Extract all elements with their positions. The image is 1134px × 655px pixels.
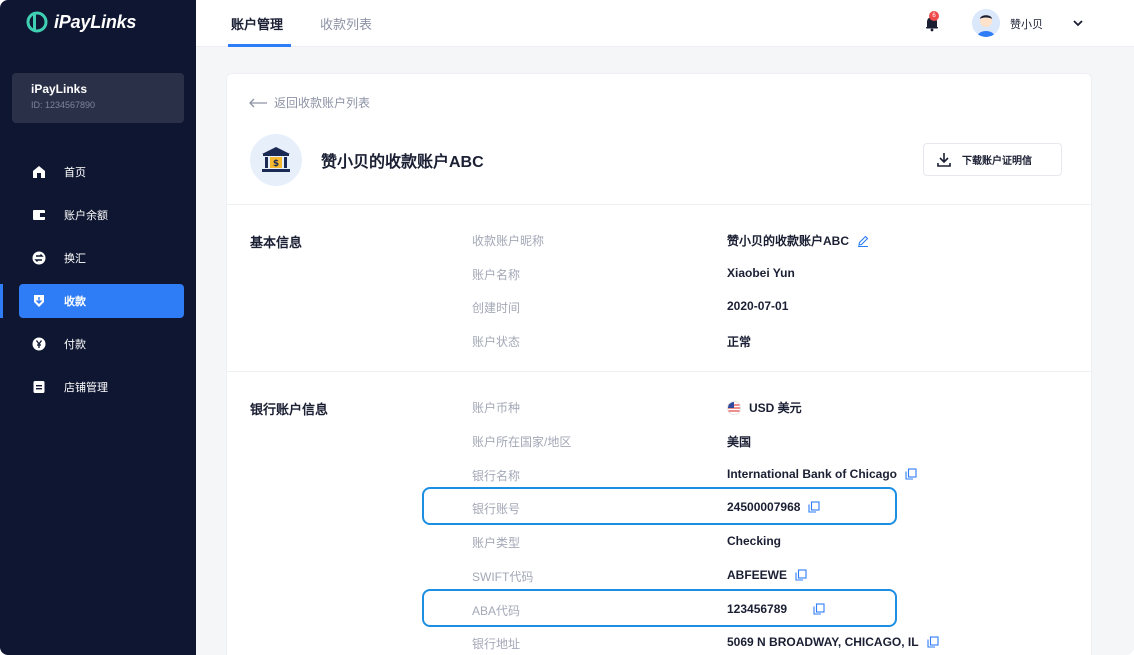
logo-icon	[26, 11, 48, 33]
row-value-bank-address: 5069 N BROADWAY, CHICAGO, IL	[727, 635, 939, 649]
app-window: iPayLinks iPayLinks ID: 1234567890 首页 账户…	[0, 0, 1134, 655]
notification-badge: 6	[929, 11, 939, 21]
row-value-status: 正常	[727, 333, 751, 350]
sidebar-item-label: 首页	[64, 167, 86, 179]
account-detail-card: 返回收款账户列表 $ 赞小贝的收款账户ABC 下载账户证明信 基本信息 收款账户…	[226, 73, 1093, 655]
row-value-account-name: Xiaobei Yun	[727, 266, 795, 280]
row-label: 账户所在国家/地区	[472, 435, 572, 449]
sidebar-item-label: 账户余额	[64, 210, 108, 222]
sidebar-item-label: 收款	[64, 296, 86, 308]
yen-icon	[32, 337, 46, 351]
copy-icon[interactable]	[813, 603, 825, 615]
row-label: 账户状态	[472, 335, 521, 349]
user-name[interactable]: 赞小贝	[1010, 16, 1043, 32]
row-label: SWIFT代码	[472, 570, 534, 584]
wallet-icon	[32, 208, 46, 222]
sidebar-item-home[interactable]: 首页	[19, 155, 184, 189]
top-bar: 账户管理 收款列表 6 赞小贝	[196, 0, 1134, 47]
tab-account-management[interactable]: 账户管理	[231, 0, 283, 47]
chevron-down-icon[interactable]	[1072, 17, 1084, 29]
row-value-account-number: 24500007968	[727, 500, 820, 514]
row-label: 银行名称	[472, 469, 521, 483]
tab-receipt-list[interactable]: 收款列表	[320, 0, 372, 47]
download-icon	[937, 152, 951, 167]
value-text: 赞小贝的收款账户ABC	[727, 234, 849, 248]
row-value-swift: ABFEEWE	[727, 568, 807, 582]
row-value-currency: USD 美元	[727, 399, 802, 416]
row-label: 银行地址	[472, 637, 521, 651]
sidebar-item-pay[interactable]: 付款	[19, 327, 184, 361]
value-text: International Bank of Chicago	[727, 467, 898, 481]
row-value-nickname: 赞小贝的收款账户ABC	[727, 232, 869, 249]
back-link[interactable]: 返回收款账户列表	[248, 94, 370, 111]
copy-icon[interactable]	[795, 569, 807, 581]
value-text: 5069 N BROADWAY, CHICAGO, IL	[727, 635, 919, 649]
row-value-account-type: Checking	[727, 534, 781, 548]
logo[interactable]: iPayLinks	[26, 10, 136, 34]
copy-icon[interactable]	[927, 636, 939, 648]
row-value-bank-name: International Bank of Chicago	[727, 467, 917, 481]
divider	[227, 204, 1093, 205]
row-label: 收款账户昵称	[472, 234, 545, 248]
account-title: 赞小贝的收款账户ABC	[321, 154, 484, 171]
sidebar-item-label: 店铺管理	[64, 382, 108, 394]
back-link-label: 返回收款账户列表	[274, 96, 371, 110]
download-certificate-label: 下载账户证明信	[962, 156, 1032, 167]
active-tab-underline	[228, 44, 291, 47]
us-flag-icon	[727, 400, 741, 415]
value-text: Checking	[727, 534, 782, 548]
divider	[227, 371, 1093, 372]
home-icon	[32, 165, 46, 179]
account-name: iPayLinks	[31, 82, 88, 96]
sidebar-item-store[interactable]: 店铺管理	[19, 370, 184, 404]
row-value-aba: 123456789	[727, 602, 825, 616]
value-text: 正常	[727, 335, 752, 349]
copy-icon[interactable]	[808, 501, 820, 513]
copy-icon[interactable]	[905, 468, 917, 480]
sidebar-item-label: 付款	[64, 339, 86, 351]
basic-info-title: 基本信息	[250, 235, 303, 250]
bank-info-title: 银行账户信息	[250, 402, 329, 417]
value-text: Xiaobei Yun	[727, 266, 795, 280]
value-text: USD 美元	[749, 401, 802, 415]
tab-label: 账户管理	[231, 17, 284, 32]
avatar[interactable]	[972, 9, 1000, 37]
value-text: 123456789	[727, 602, 788, 616]
row-label: ABA代码	[472, 604, 521, 618]
account-id: ID: 1234567890	[31, 100, 96, 110]
sidebar-item-exchange[interactable]: 换汇	[19, 241, 184, 275]
sidebar: iPayLinks iPayLinks ID: 1234567890 首页 账户…	[0, 0, 196, 655]
value-text: 2020-07-01	[727, 299, 789, 313]
edit-icon[interactable]	[857, 235, 869, 247]
account-card[interactable]: iPayLinks ID: 1234567890	[12, 73, 184, 123]
bank-icon: $	[250, 134, 302, 186]
active-indicator	[0, 284, 3, 318]
value-text: 24500007968	[727, 500, 801, 514]
row-label: 账户类型	[472, 536, 521, 550]
sidebar-item-label: 换汇	[64, 253, 86, 265]
row-label: 银行账号	[472, 502, 521, 516]
row-label: 账户币种	[472, 401, 521, 415]
svg-text:$: $	[273, 159, 279, 169]
value-text: ABFEEWE	[727, 568, 787, 582]
tab-label: 收款列表	[320, 17, 373, 32]
value-text: 美国	[727, 435, 752, 449]
sidebar-item-receive[interactable]: 收款	[19, 284, 184, 318]
exchange-icon	[32, 251, 46, 265]
row-label: 账户名称	[472, 268, 521, 282]
arrow-left-icon	[249, 98, 267, 107]
row-label: 创建时间	[472, 301, 521, 315]
account-header: $ 赞小贝的收款账户ABC	[250, 134, 484, 186]
store-icon	[32, 380, 46, 394]
row-value-created: 2020-07-01	[727, 299, 788, 313]
receive-icon	[32, 294, 46, 308]
row-value-country: 美国	[727, 433, 751, 450]
logo-text: iPayLinks	[54, 11, 137, 32]
sidebar-item-balance[interactable]: 账户余额	[19, 198, 184, 232]
download-certificate-button[interactable]: 下载账户证明信	[923, 143, 1062, 176]
